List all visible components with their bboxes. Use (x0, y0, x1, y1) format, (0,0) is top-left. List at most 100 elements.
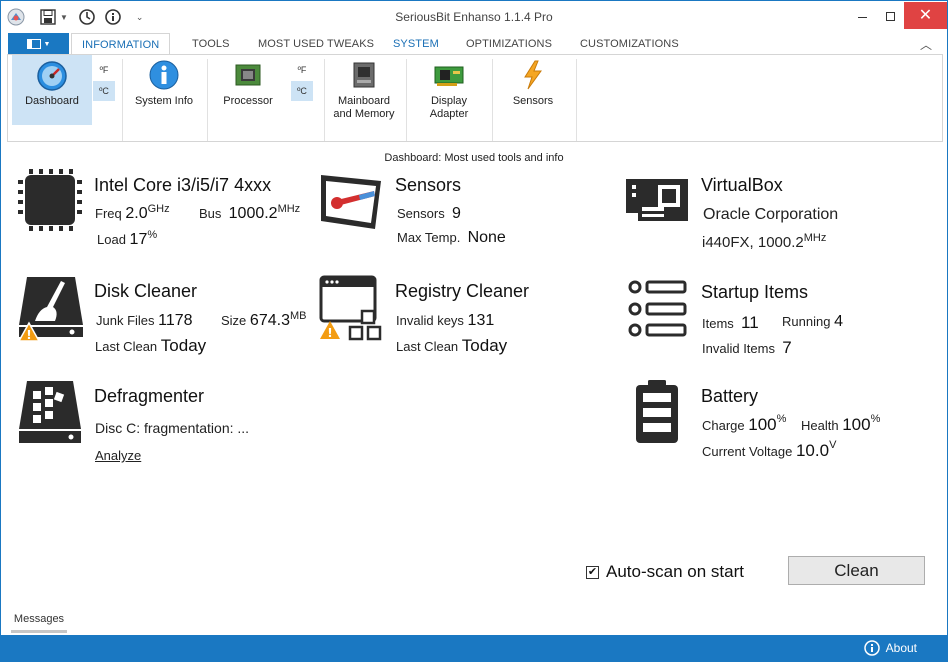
registry-cleaner-card: Registry Cleaner Invalid keys 131 Last C… (395, 281, 529, 355)
cpu-bus: Bus 1000.2MHz (199, 203, 301, 223)
startup-invalid: Invalid Items 7 (702, 338, 792, 358)
display-adapter-icon (432, 59, 466, 91)
disk-cleaner-title[interactable]: Disk Cleaner (94, 281, 197, 302)
battery-voltage-value: 10.0 (795, 441, 830, 460)
system-info-label: System Info (134, 95, 194, 107)
battery-voltage-label: Current Voltage (702, 444, 793, 459)
registry-last-clean: Last Clean Today (396, 336, 507, 356)
tab-information[interactable]: INFORMATION (71, 33, 171, 56)
display-adapter-button[interactable]: Display Adapter (414, 55, 484, 125)
cpu-card: Intel Core i3/i5/i7 4xxx Freq 2.0GHz Bus… (94, 175, 300, 248)
cpu-freq-value: 2.0 (125, 205, 148, 222)
battery-voltage: Current Voltage 10.0V (702, 439, 837, 461)
system-info-button[interactable]: System Info (130, 55, 198, 125)
tab-system[interactable]: SYSTEM (393, 38, 439, 50)
defragmenter-title[interactable]: Defragmenter (94, 386, 204, 407)
ribbon-separator (406, 59, 407, 141)
virtualbox-chipset: i440FX, 1000.2MHz (702, 232, 826, 251)
motherboard-icon (624, 177, 690, 228)
disk-junk-value: 1178 (158, 312, 193, 329)
disk-last-clean: Last Clean Today (95, 336, 206, 356)
startup-items-count: Items 11 (702, 313, 759, 333)
info-circle-icon (863, 640, 880, 656)
battery-voltage-unit: V (829, 439, 837, 451)
tab-most-used-tweaks[interactable]: MOST USED TWEAKS (258, 38, 374, 50)
collapse-ribbon-icon[interactable]: ︿ (920, 36, 932, 53)
sensors-count: Sensors 9 (397, 205, 461, 223)
battery-charge-label: Charge (702, 418, 745, 433)
registry-cleaner-title[interactable]: Registry Cleaner (395, 281, 529, 302)
defragmenter-status: Disc C: fragmentation: ... (95, 420, 250, 436)
maximize-button[interactable] (875, 1, 905, 31)
dashboard-label: Dashboard (25, 95, 79, 107)
cpu-load: Load 17% (97, 229, 157, 249)
close-icon: ✕ (918, 6, 933, 24)
startup-list-icon (627, 279, 689, 344)
ribbon-separator (492, 59, 493, 141)
about-button[interactable]: About (863, 640, 917, 656)
autoscan-checkbox[interactable]: ✔ Auto-scan on start (586, 562, 744, 582)
page-subtitle: Dashboard: Most used tools and info (384, 152, 564, 164)
cpu-freq-unit: GHz (147, 203, 170, 215)
processor-button[interactable]: Processor (213, 55, 283, 125)
disk-cleaner-icon: ! (17, 273, 85, 346)
svg-text:!: ! (327, 326, 332, 340)
sensors-title: Sensors (395, 175, 462, 195)
maximize-icon (885, 11, 895, 21)
battery-charge: Charge 100% (702, 413, 787, 435)
startup-invalid-value: 7 (782, 338, 792, 357)
tab-customizations[interactable]: CUSTOMIZATIONS (580, 38, 679, 50)
menu-icon (26, 39, 41, 49)
fahrenheit-toggle-2[interactable]: ºF (291, 60, 313, 80)
battery-health-label: Health (801, 418, 839, 433)
battery-icon (633, 379, 681, 450)
processor-label: Processor (223, 95, 273, 107)
sensors-count-label: Sensors (397, 206, 445, 221)
cpu-load-label: Load (97, 232, 126, 247)
display-adapter-label-line1: Display (430, 95, 468, 107)
disk-junk-label: Junk Files (96, 313, 155, 328)
tab-optimizations[interactable]: OPTIMIZATIONS (466, 38, 552, 50)
registry-cleaner-icon: ! (319, 275, 385, 346)
autoscan-label: Auto-scan on start (606, 562, 744, 581)
mainboard-memory-button[interactable]: Mainboard and Memory (328, 55, 400, 125)
title-bar: ▼ ⌄ SeriousBit Enhanso 1.1.4 Pro ✕ (1, 1, 947, 33)
clean-button[interactable]: Clean (788, 556, 925, 585)
minimize-button[interactable] (847, 1, 877, 31)
chevron-down-icon: ▼ (43, 40, 51, 48)
status-bar: About (1, 635, 947, 661)
celsius-toggle[interactable]: ºC (93, 81, 115, 101)
battery-charge-unit: % (776, 413, 787, 425)
startup-running-label: Running (782, 314, 831, 329)
ribbon-separator (324, 59, 325, 141)
celsius-toggle-2[interactable]: ºC (291, 81, 313, 101)
battery-title: Battery (701, 386, 759, 406)
startup-items-card: Startup Items Items 11 Running 4 Invalid… (701, 282, 843, 357)
checkmark-icon[interactable]: ✔ (586, 565, 599, 579)
defragmenter-card: Defragmenter Disc C: fragmentation: ... … (94, 386, 249, 463)
sensors-maxtemp: Max Temp. None (397, 229, 506, 247)
sensors-label: Sensors (512, 95, 554, 107)
cpu-bus-unit: MHz (277, 203, 301, 215)
sensors-button[interactable]: Sensors (500, 55, 566, 125)
battery-card: Battery Charge 100% Health 100% Current … (701, 386, 880, 460)
close-button[interactable]: ✕ (904, 2, 947, 29)
virtualbox-title: VirtualBox (701, 175, 783, 195)
messages-tab[interactable]: Messages (11, 613, 67, 633)
minimize-icon (857, 16, 867, 18)
cpu-bus-value: 1000.2 (228, 205, 278, 222)
analyze-link[interactable]: Analyze (95, 448, 141, 463)
sensors-maxtemp-label: Max Temp. (397, 230, 461, 245)
ribbon-separator (122, 59, 123, 141)
startup-items-title[interactable]: Startup Items (701, 282, 808, 303)
disk-junk: Junk Files 1178 (96, 312, 193, 330)
dashboard-button[interactable]: Dashboard (12, 55, 92, 125)
startup-running: Running 4 (782, 313, 843, 331)
file-menu-button[interactable]: ▼ (8, 33, 69, 55)
display-adapter-label-line2: Adapter (429, 108, 469, 120)
tab-tools[interactable]: TOOLS (192, 38, 230, 50)
disk-cleaner-card: Disk Cleaner Junk Files 1178 Size 674.3M… (94, 281, 306, 355)
processor-icon (232, 59, 264, 91)
sensors-card: Sensors Sensors 9 Max Temp. None (395, 175, 506, 246)
fahrenheit-toggle[interactable]: ºF (93, 60, 115, 80)
